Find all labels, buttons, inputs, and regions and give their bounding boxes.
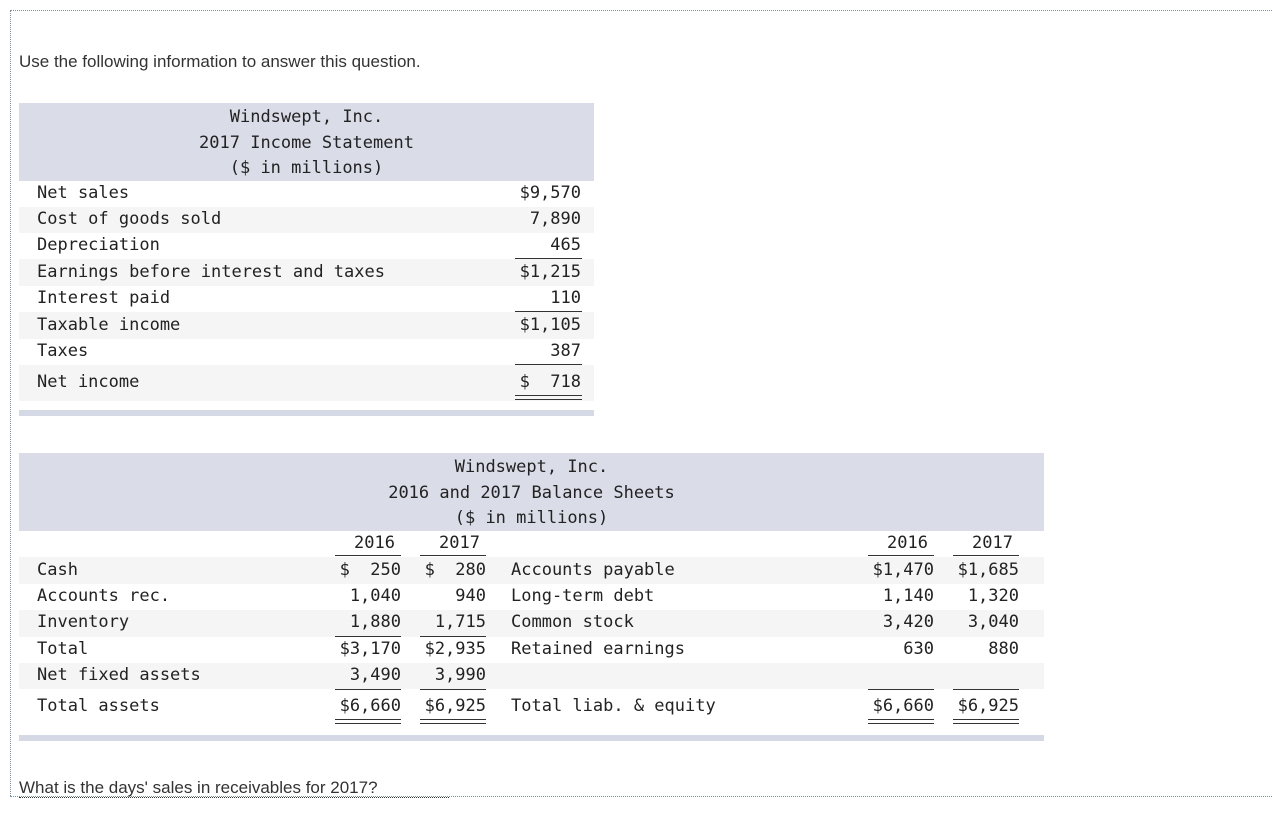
- asset-2017-value: $6,925: [424, 696, 486, 716]
- asset-label: Net fixed assets: [37, 665, 201, 685]
- subtotal-rule: [515, 364, 582, 365]
- table-row-label: Net sales: [37, 183, 130, 203]
- liability-2016-value: 1,140: [882, 586, 934, 606]
- total-double-rule: [420, 719, 486, 724]
- table-row-label: Depreciation: [37, 235, 160, 255]
- column-header-2016: 2016: [354, 533, 395, 553]
- liability-2017-value: $6,925: [957, 696, 1019, 716]
- subtotal-rule: [335, 689, 401, 690]
- asset-label: Total assets: [37, 696, 160, 716]
- liability-label: Retained earnings: [511, 639, 685, 659]
- liability-2017-value: 880: [988, 639, 1019, 659]
- asset-2016-value: 3,490: [349, 665, 401, 685]
- liability-2016-value: 630: [903, 639, 934, 659]
- asset-label: Inventory: [37, 612, 130, 632]
- liability-2017-value: $1,685: [957, 560, 1019, 580]
- liability-label: Common stock: [511, 612, 634, 632]
- table-row-label: Taxable income: [37, 315, 181, 335]
- subtotal-rule: [515, 311, 582, 312]
- subtotal-rule: [953, 689, 1019, 690]
- asset-2016-value: $3,170: [339, 639, 401, 659]
- liability-label: Long-term debt: [511, 586, 655, 606]
- subtotal-rule: [335, 636, 401, 637]
- asset-2016-value: 1,040: [349, 586, 401, 606]
- table-row-value: 465: [550, 235, 581, 255]
- statement-name: 2016 and 2017 Balance Sheets: [388, 482, 675, 503]
- total-double-rule: [868, 719, 934, 724]
- column-header-2017: 2017: [972, 533, 1013, 553]
- company-name: Windswept, Inc.: [229, 107, 384, 127]
- header-rule: [420, 555, 486, 556]
- liability-2016-value: 3,420: [882, 612, 934, 632]
- table-row-value: $ 718: [519, 372, 581, 392]
- asset-2017-value: 1,715: [434, 612, 486, 632]
- question-text: What is the days' sales in receivables f…: [19, 778, 449, 798]
- liability-2017-value: 1,320: [967, 586, 1019, 606]
- asset-label: Cash: [37, 560, 78, 580]
- header-rule: [868, 555, 934, 556]
- table-footer-bar: [19, 735, 1044, 741]
- subtotal-rule: [515, 258, 582, 259]
- total-double-rule: [335, 719, 401, 724]
- table-row-label: Interest paid: [37, 288, 171, 308]
- table-row-value: $1,105: [519, 315, 581, 335]
- company-name: Windswept, Inc.: [454, 457, 609, 477]
- liability-label: Total liab. & equity: [511, 696, 716, 716]
- statement-units: ($ in millions): [229, 158, 384, 178]
- statement-units: ($ in millions): [454, 508, 609, 528]
- intro-text: Use the following information to answer …: [19, 52, 421, 71]
- header-rule: [953, 555, 1019, 556]
- table-row-value: 110: [550, 288, 581, 308]
- frame-left-border: [10, 10, 11, 796]
- asset-2017-value: 940: [455, 586, 486, 606]
- column-header-2016: 2016: [887, 533, 928, 553]
- total-double-rule: [515, 395, 582, 400]
- table-row-value: $9,570: [519, 183, 581, 203]
- subtotal-rule: [420, 636, 486, 637]
- liability-2016-value: $6,660: [872, 696, 934, 716]
- asset-2017-value: $2,935: [424, 639, 486, 659]
- asset-2017-value: 3,990: [434, 665, 486, 685]
- subtotal-rule: [420, 689, 486, 690]
- table-row-label: Earnings before interest and taxes: [37, 262, 385, 282]
- asset-label: Total: [37, 639, 89, 659]
- asset-2016-value: $ 250: [339, 560, 401, 580]
- header-rule: [335, 555, 401, 556]
- table-footer-bar: [19, 410, 594, 416]
- subtotal-rule: [868, 689, 934, 690]
- table-row-value: 387: [550, 341, 581, 361]
- column-header-2017: 2017: [439, 533, 480, 553]
- balance-sheet-title: Windswept, Inc. 2016 and 2017 Balance Sh…: [19, 455, 1044, 532]
- statement-name: 2017 Income Statement: [199, 132, 414, 153]
- liability-2016-value: $1,470: [872, 560, 934, 580]
- frame-top-border: [10, 10, 1272, 11]
- table-row-value: $1,215: [519, 262, 581, 282]
- asset-2016-value: 1,880: [349, 612, 401, 632]
- asset-label: Accounts rec.: [37, 586, 171, 606]
- table-row-value: 7,890: [529, 209, 581, 229]
- table-row-label: Cost of goods sold: [37, 209, 222, 229]
- income-statement-title: Windswept, Inc. 2017 Income Statement ($…: [19, 105, 594, 182]
- liability-2017-value: 3,040: [967, 612, 1019, 632]
- asset-2017-value: $ 280: [424, 560, 486, 580]
- table-row-label: Net income: [37, 372, 140, 392]
- liability-label: Accounts payable: [511, 560, 675, 580]
- total-double-rule: [953, 719, 1019, 724]
- table-row-label: Taxes: [37, 341, 89, 361]
- asset-2016-value: $6,660: [339, 696, 401, 716]
